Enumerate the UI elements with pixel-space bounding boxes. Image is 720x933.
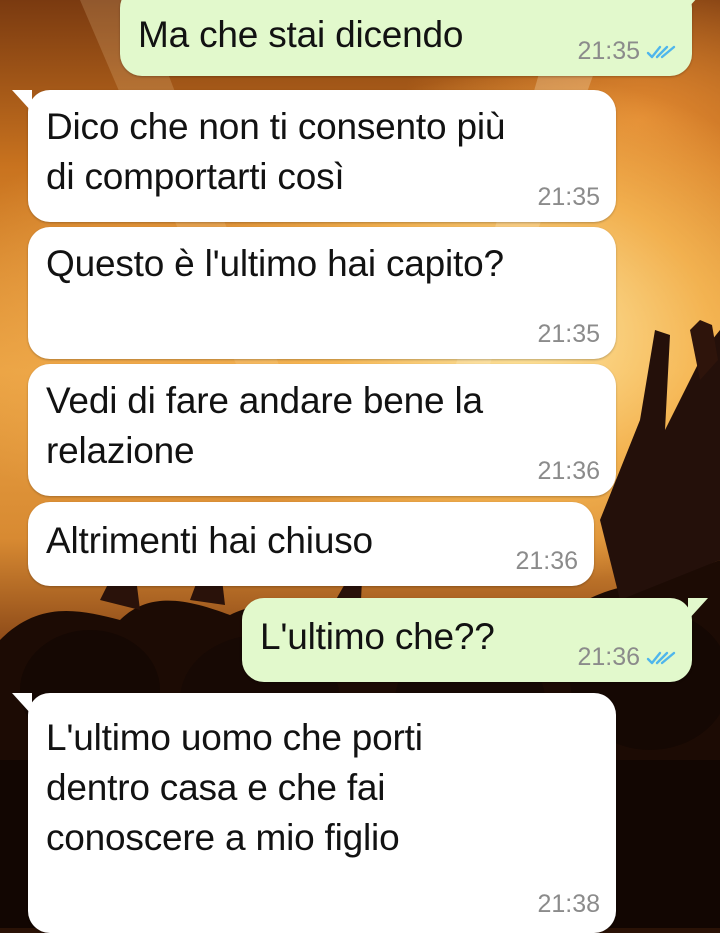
message-text: L'ultimo uomo che porti dentro casa e ch…: [46, 717, 423, 858]
message-bubble-incoming[interactable]: Dico che non ti consento più di comporta…: [12, 90, 616, 222]
message-meta: 21:36: [537, 457, 600, 486]
double-check-read-icon: [646, 651, 676, 664]
bubble-tail: [12, 693, 32, 715]
message-meta: 21:35: [537, 183, 600, 212]
message-meta: 21:35: [577, 37, 676, 66]
message-time: 21:35: [537, 320, 600, 348]
message-list[interactable]: Ma che stai dicendo 21:35 Dico che non t…: [0, 0, 720, 933]
message-meta: 21:36: [577, 643, 676, 672]
message-text: Dico che non ti consento più di comporta…: [46, 106, 506, 197]
message-text: Altrimenti hai chiuso: [46, 520, 373, 561]
double-check-read-icon: [646, 45, 676, 58]
message-bubble-outgoing[interactable]: L'ultimo che?? 21:36: [242, 598, 708, 682]
message-meta: 21:36: [515, 547, 578, 576]
message-time: 21:36: [515, 547, 578, 575]
message-meta: 21:38: [537, 890, 600, 919]
bubble-tail: [688, 598, 708, 620]
message-bubble-outgoing[interactable]: Ma che stai dicendo 21:35: [120, 0, 708, 76]
message-time: 21:35: [537, 183, 600, 211]
message-time: 21:36: [577, 643, 640, 671]
message-text: Questo è l'ultimo hai capito?: [46, 243, 504, 284]
message-time: 21:36: [537, 457, 600, 485]
message-text: Vedi di fare andare bene la relazione: [46, 380, 483, 471]
bubble-tail: [688, 0, 708, 8]
message-time: 21:38: [537, 890, 600, 918]
message-time: 21:35: [577, 37, 640, 65]
message-meta: 21:35: [537, 320, 600, 349]
message-bubble-incoming[interactable]: Vedi di fare andare bene la relazione 21…: [28, 364, 616, 496]
message-bubble-incoming[interactable]: Altrimenti hai chiuso 21:36: [28, 502, 594, 586]
message-bubble-incoming[interactable]: Questo è l'ultimo hai capito? 21:35: [28, 227, 616, 359]
message-bubble-incoming[interactable]: L'ultimo uomo che porti dentro casa e ch…: [12, 693, 616, 933]
bubble-tail: [12, 90, 32, 112]
